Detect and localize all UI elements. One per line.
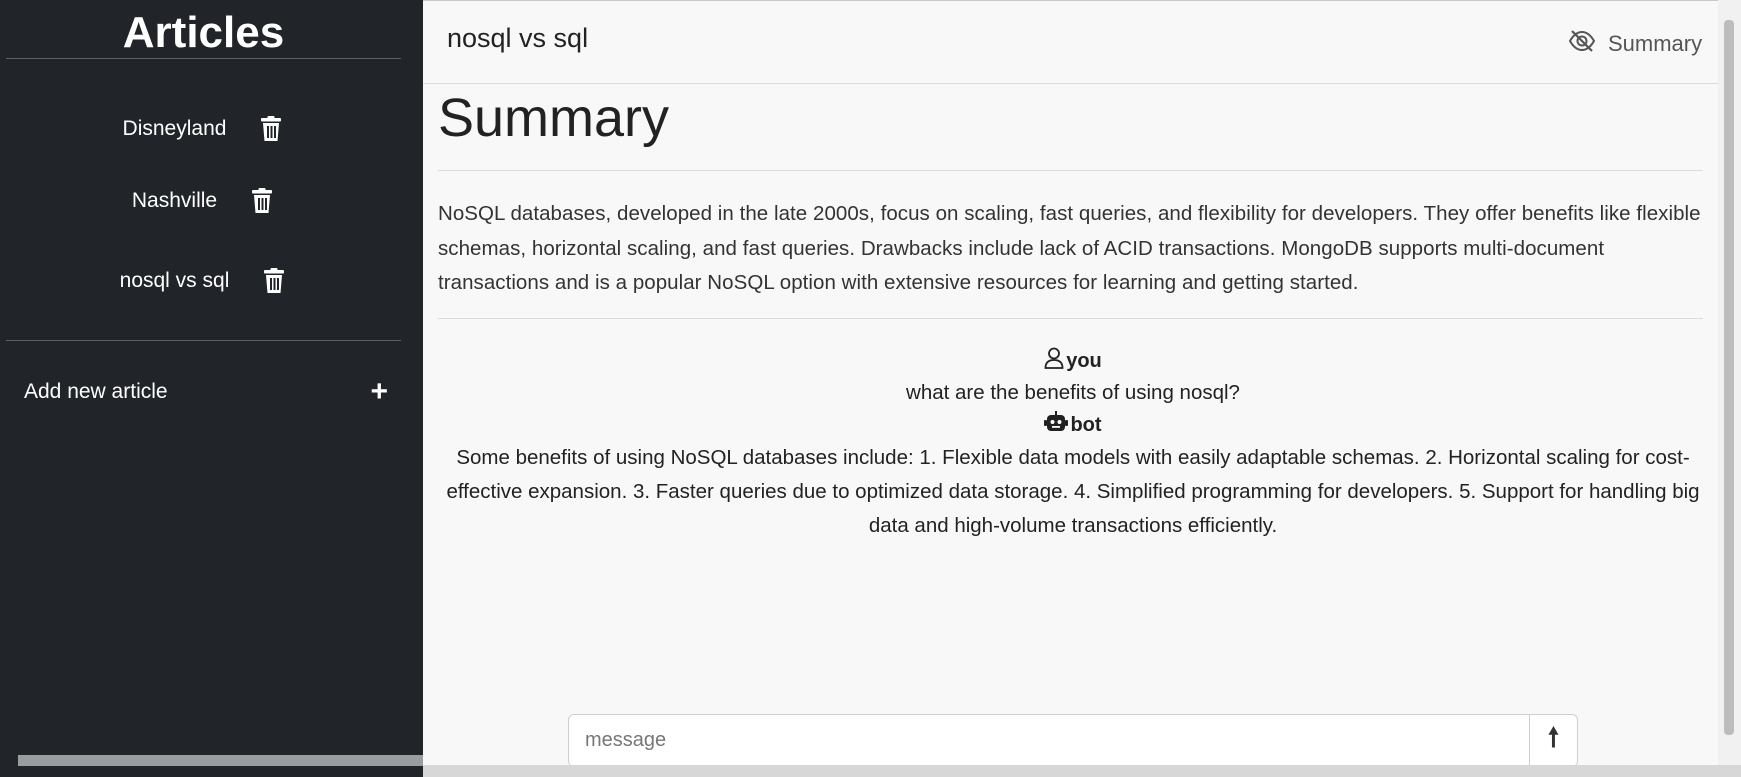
article-label[interactable]: Nashville (132, 189, 217, 213)
summary-toggle-label[interactable]: Summary (1608, 31, 1702, 57)
sidebar-divider (6, 340, 401, 341)
trash-icon[interactable] (251, 188, 273, 214)
summary-heading: Summary (438, 88, 670, 148)
app-window: Articles Disneyland Nashville nosql vs s… (0, 0, 1741, 777)
robot-icon (1044, 411, 1069, 439)
horizontal-scrollbar[interactable] (18, 755, 423, 766)
trash-icon[interactable] (260, 116, 282, 142)
sidebar-title: Articles (6, 0, 401, 59)
message-input[interactable] (569, 715, 1529, 766)
add-article-button[interactable]: Add new article + (24, 372, 388, 412)
article-label[interactable]: Disneyland (123, 117, 227, 141)
summary-toggle-button[interactable]: Summary (1568, 29, 1718, 59)
divider (438, 170, 1703, 171)
message-composer: 🠕 (568, 714, 1578, 767)
trash-icon[interactable] (263, 268, 285, 294)
summary-text: NoSQL databases, developed in the late 2… (438, 202, 1701, 294)
author-name: bot (1070, 413, 1102, 436)
sidebar-item-disneyland[interactable]: Disneyland (0, 109, 405, 149)
sidebar-item-nosql-vs-sql[interactable]: nosql vs sql (0, 261, 405, 301)
bot-message-text: Some benefits of using NoSQL databases i… (446, 446, 1700, 537)
person-icon (1044, 347, 1064, 375)
vertical-scrollbar[interactable] (1718, 0, 1741, 777)
bottom-edge (423, 765, 1741, 777)
user-message-text: what are the benefits of using nosql? (906, 381, 1240, 404)
article-label[interactable]: nosql vs sql (120, 269, 230, 293)
author-name: you (1066, 349, 1102, 372)
message-author-bot: bot (428, 410, 1718, 440)
divider (438, 318, 1703, 319)
page-title: nosql vs sql (447, 23, 589, 53)
header: nosql vs sql Summary (423, 1, 1718, 84)
chat-log: you what are the benefits of using nosql… (428, 346, 1718, 543)
main-panel: nosql vs sql Summary Summary NoSQL datab… (423, 0, 1718, 777)
sidebar: Articles Disneyland Nashville nosql vs s… (0, 0, 423, 777)
scrollbar-thumb[interactable] (1724, 20, 1734, 735)
message-author-you: you (428, 346, 1718, 376)
sidebar-item-nashville[interactable]: Nashville (0, 181, 405, 221)
plus-icon[interactable]: + (370, 377, 388, 407)
eye-slash-icon[interactable] (1568, 29, 1596, 59)
add-article-label[interactable]: Add new article (24, 380, 168, 404)
arrow-up-icon[interactable]: 🠕 (1548, 723, 1559, 753)
send-button[interactable]: 🠕 (1529, 715, 1577, 766)
